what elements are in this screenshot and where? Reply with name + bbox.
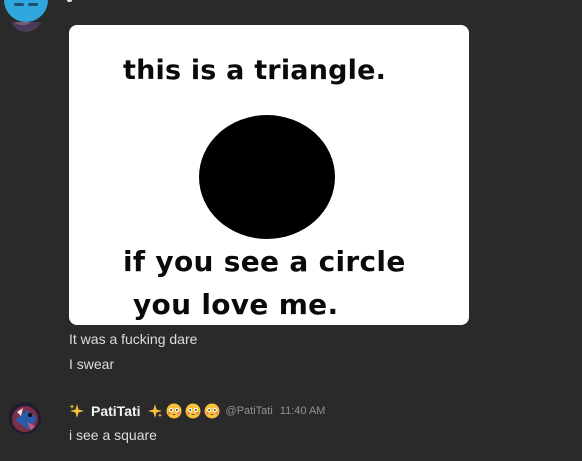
user-handle[interactable]: @PatiTati (226, 405, 273, 417)
attachment-text-line-1: this is a triangle. (123, 55, 387, 86)
attachment-text-line-3: you love me. (133, 288, 339, 321)
top-user-avatar[interactable] (4, 0, 48, 22)
top-mini-avatar[interactable] (10, 22, 42, 32)
patitati-avatar[interactable] (9, 402, 41, 434)
attachment-circle-shape (199, 115, 335, 239)
avatar-face-right-eye (28, 3, 38, 6)
top-mini-avatar-image (10, 22, 42, 32)
sparkles-icon (69, 404, 84, 418)
image-attachment[interactable]: this is a triangle. if you see a circle … (69, 25, 469, 325)
attachment-text-line-2: if you see a circle (123, 245, 406, 278)
top-cropped-text-fragment (67, 0, 72, 2)
message-text: I swear (69, 356, 115, 372)
avatar-face-left-eye (14, 3, 24, 6)
message-text: i see a square (69, 427, 157, 443)
message-text: It was a fucking dare (69, 331, 198, 347)
avatar-image (9, 402, 41, 434)
message-header: PatiTati @PatiTati 11:40 AM (69, 402, 325, 420)
sparkles-icon (147, 404, 162, 418)
message-timestamp[interactable]: 11:40 AM (280, 405, 326, 417)
flushed-face-icon (204, 403, 220, 419)
flushed-face-icon (185, 403, 201, 419)
username-label[interactable]: PatiTati (91, 403, 141, 419)
flushed-face-icon (166, 403, 182, 419)
